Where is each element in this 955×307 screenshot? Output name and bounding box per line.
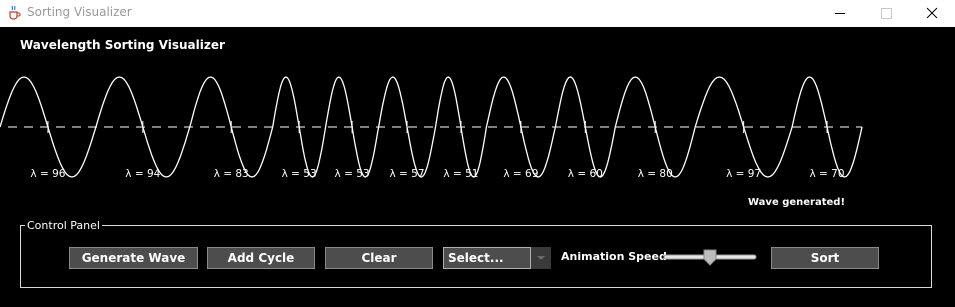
wavelength-label: λ = 57 [389,168,424,180]
window-title: Sorting Visualizer [27,5,132,19]
close-icon [926,7,938,19]
minimize-button[interactable] [817,0,863,27]
wavelength-label: λ = 83 [214,168,249,180]
wavelength-label: λ = 80 [638,168,673,180]
wave-display: λ = 96 λ = 94 λ = 83 λ = 53 λ = 53 λ = 57 λ = … [0,76,863,180]
wavelength-label: λ = 69 [503,168,538,180]
animation-speed-label: Animation Speed [561,250,667,263]
wavelength-label: λ = 97 [726,168,761,180]
maximize-button[interactable] [863,0,909,27]
minimize-icon [835,13,845,14]
sort-button[interactable]: Sort [771,247,879,269]
clear-button[interactable]: Clear [325,247,433,269]
wavelength-label: λ = 53 [282,168,317,180]
close-button[interactable] [909,0,955,27]
sort-algorithm-select[interactable]: Select... [443,247,551,269]
wavelength-label: λ = 60 [568,168,603,180]
wavelength-label: λ = 51 [443,168,478,180]
dropdown-button[interactable] [531,247,551,269]
chevron-down-icon [537,256,545,260]
control-panel-label: Control Panel [25,219,102,232]
select-value[interactable]: Select... [443,247,531,269]
maximize-icon [881,8,892,19]
add-cycle-button[interactable]: Add Cycle [207,247,315,269]
wavelength-label: λ = 96 [30,168,65,180]
visualizer-canvas: Wavelength Sorting Visualizer λ = 96 λ = … [0,27,955,307]
java-cup-icon [9,5,21,20]
title-bar: Sorting Visualizer [0,0,955,27]
generate-wave-button[interactable]: Generate Wave [69,247,198,269]
status-message: Wave generated! [748,197,846,208]
wavelength-label: λ = 53 [335,168,370,180]
wavelength-label: λ = 70 [810,168,845,180]
slider-thumb[interactable] [703,249,717,266]
animation-speed-slider[interactable] [663,248,757,268]
wavelength-label: λ = 94 [125,168,160,180]
